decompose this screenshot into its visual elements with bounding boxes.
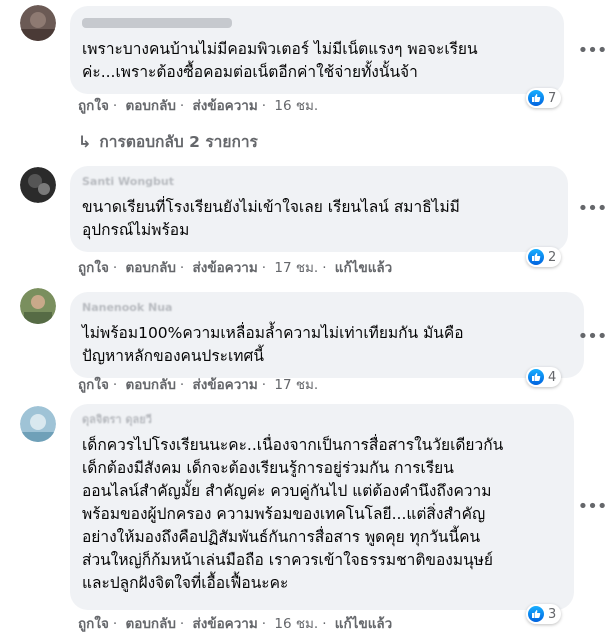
- like-reaction-icon: [528, 369, 544, 385]
- comment-text: ไม่พร้อม100%ความเหลื่อมล้ำความไม่เท่าเที…: [82, 324, 464, 365]
- reaction-count-label: 2: [548, 249, 557, 265]
- comment-text: เพราะบางคนบ้านไม่มีคอมพิวเตอร์ ไม่มีเน็ต…: [82, 40, 478, 81]
- message-link[interactable]: ส่งข้อความ: [193, 616, 258, 632]
- reply-link[interactable]: ตอบกลับ: [125, 98, 175, 114]
- comment-author[interactable]: ดุลจิตรา ดุลยวี: [82, 412, 562, 428]
- comment-text: เด็กควรไปโรงเรียนนะคะ..เนื่องจากเป็นการส…: [82, 436, 504, 592]
- more-options-icon[interactable]: •••: [578, 326, 608, 347]
- reaction-count[interactable]: 7: [526, 88, 562, 108]
- more-options-icon[interactable]: •••: [578, 198, 608, 219]
- message-link[interactable]: ส่งข้อความ: [193, 260, 258, 276]
- message-link[interactable]: ส่งข้อความ: [193, 377, 258, 393]
- reply-link[interactable]: ตอบกลับ: [125, 377, 175, 393]
- comment-bubble: เพราะบางคนบ้านไม่มีคอมพิวเตอร์ ไม่มีเน็ต…: [70, 6, 564, 94]
- like-reaction-icon: [528, 249, 544, 265]
- like-link[interactable]: ถูกใจ: [78, 260, 109, 276]
- avatar[interactable]: [20, 167, 56, 203]
- comment-bubble: Nanenook Nua ไม่พร้อม100%ความเหลื่อมล้ำค…: [70, 292, 584, 378]
- reaction-count[interactable]: 4: [526, 367, 562, 387]
- avatar[interactable]: [20, 288, 56, 324]
- comment-author[interactable]: Nanenook Nua: [82, 300, 572, 316]
- reaction-count-label: 7: [548, 90, 557, 106]
- view-replies-label: การตอบกลับ 2 รายการ: [99, 132, 258, 151]
- comment-text: ขนาดเรียนที่โรงเรียนยังไม่เข้าใจเลย เรีย…: [82, 198, 460, 239]
- edited-label: แก้ไขแล้ว: [334, 260, 393, 276]
- comment-bubble: ดุลจิตรา ดุลยวี เด็กควรไปโรงเรียนนะคะ..เ…: [70, 404, 574, 610]
- comment-author[interactable]: [82, 18, 232, 28]
- timestamp[interactable]: 17 ชม.: [274, 260, 318, 276]
- comment-bubble: Santi Wongbut ขนาดเรียนที่โรงเรียนยังไม่…: [70, 166, 568, 252]
- comment-actions: ถูกใจ · ตอบกลับ · ส่งข้อความ · 16 ชม.: [78, 98, 319, 114]
- like-reaction-icon: [528, 90, 544, 106]
- like-link[interactable]: ถูกใจ: [78, 616, 109, 632]
- timestamp[interactable]: 16 ชม.: [274, 616, 318, 632]
- more-options-icon[interactable]: •••: [578, 40, 608, 61]
- reply-arrow-icon: ↳: [78, 131, 92, 151]
- view-replies-link[interactable]: ↳ การตอบกลับ 2 รายการ: [78, 129, 258, 153]
- reply-link[interactable]: ตอบกลับ: [125, 616, 175, 632]
- like-link[interactable]: ถูกใจ: [78, 98, 109, 114]
- timestamp[interactable]: 17 ชม.: [274, 377, 318, 393]
- reaction-count[interactable]: 3: [526, 604, 562, 624]
- comment-actions: ถูกใจ · ตอบกลับ · ส่งข้อความ · 16 ชม. · แก้ไ…: [78, 616, 393, 632]
- reaction-count-label: 4: [548, 369, 557, 385]
- like-reaction-icon: [528, 606, 544, 622]
- avatar[interactable]: [20, 406, 56, 442]
- timestamp[interactable]: 16 ชม.: [274, 98, 318, 114]
- reaction-count[interactable]: 2: [526, 247, 562, 267]
- edited-label: แก้ไขแล้ว: [334, 616, 393, 632]
- message-link[interactable]: ส่งข้อความ: [193, 98, 258, 114]
- reply-link[interactable]: ตอบกลับ: [125, 260, 175, 276]
- like-link[interactable]: ถูกใจ: [78, 377, 109, 393]
- comment-actions: ถูกใจ · ตอบกลับ · ส่งข้อความ · 17 ชม.: [78, 377, 319, 393]
- comment-actions: ถูกใจ · ตอบกลับ · ส่งข้อความ · 17 ชม. · แก้ไ…: [78, 260, 393, 276]
- reaction-count-label: 3: [548, 606, 557, 622]
- more-options-icon[interactable]: •••: [578, 496, 608, 517]
- avatar[interactable]: [20, 5, 56, 41]
- comment-author[interactable]: Santi Wongbut: [82, 174, 556, 190]
